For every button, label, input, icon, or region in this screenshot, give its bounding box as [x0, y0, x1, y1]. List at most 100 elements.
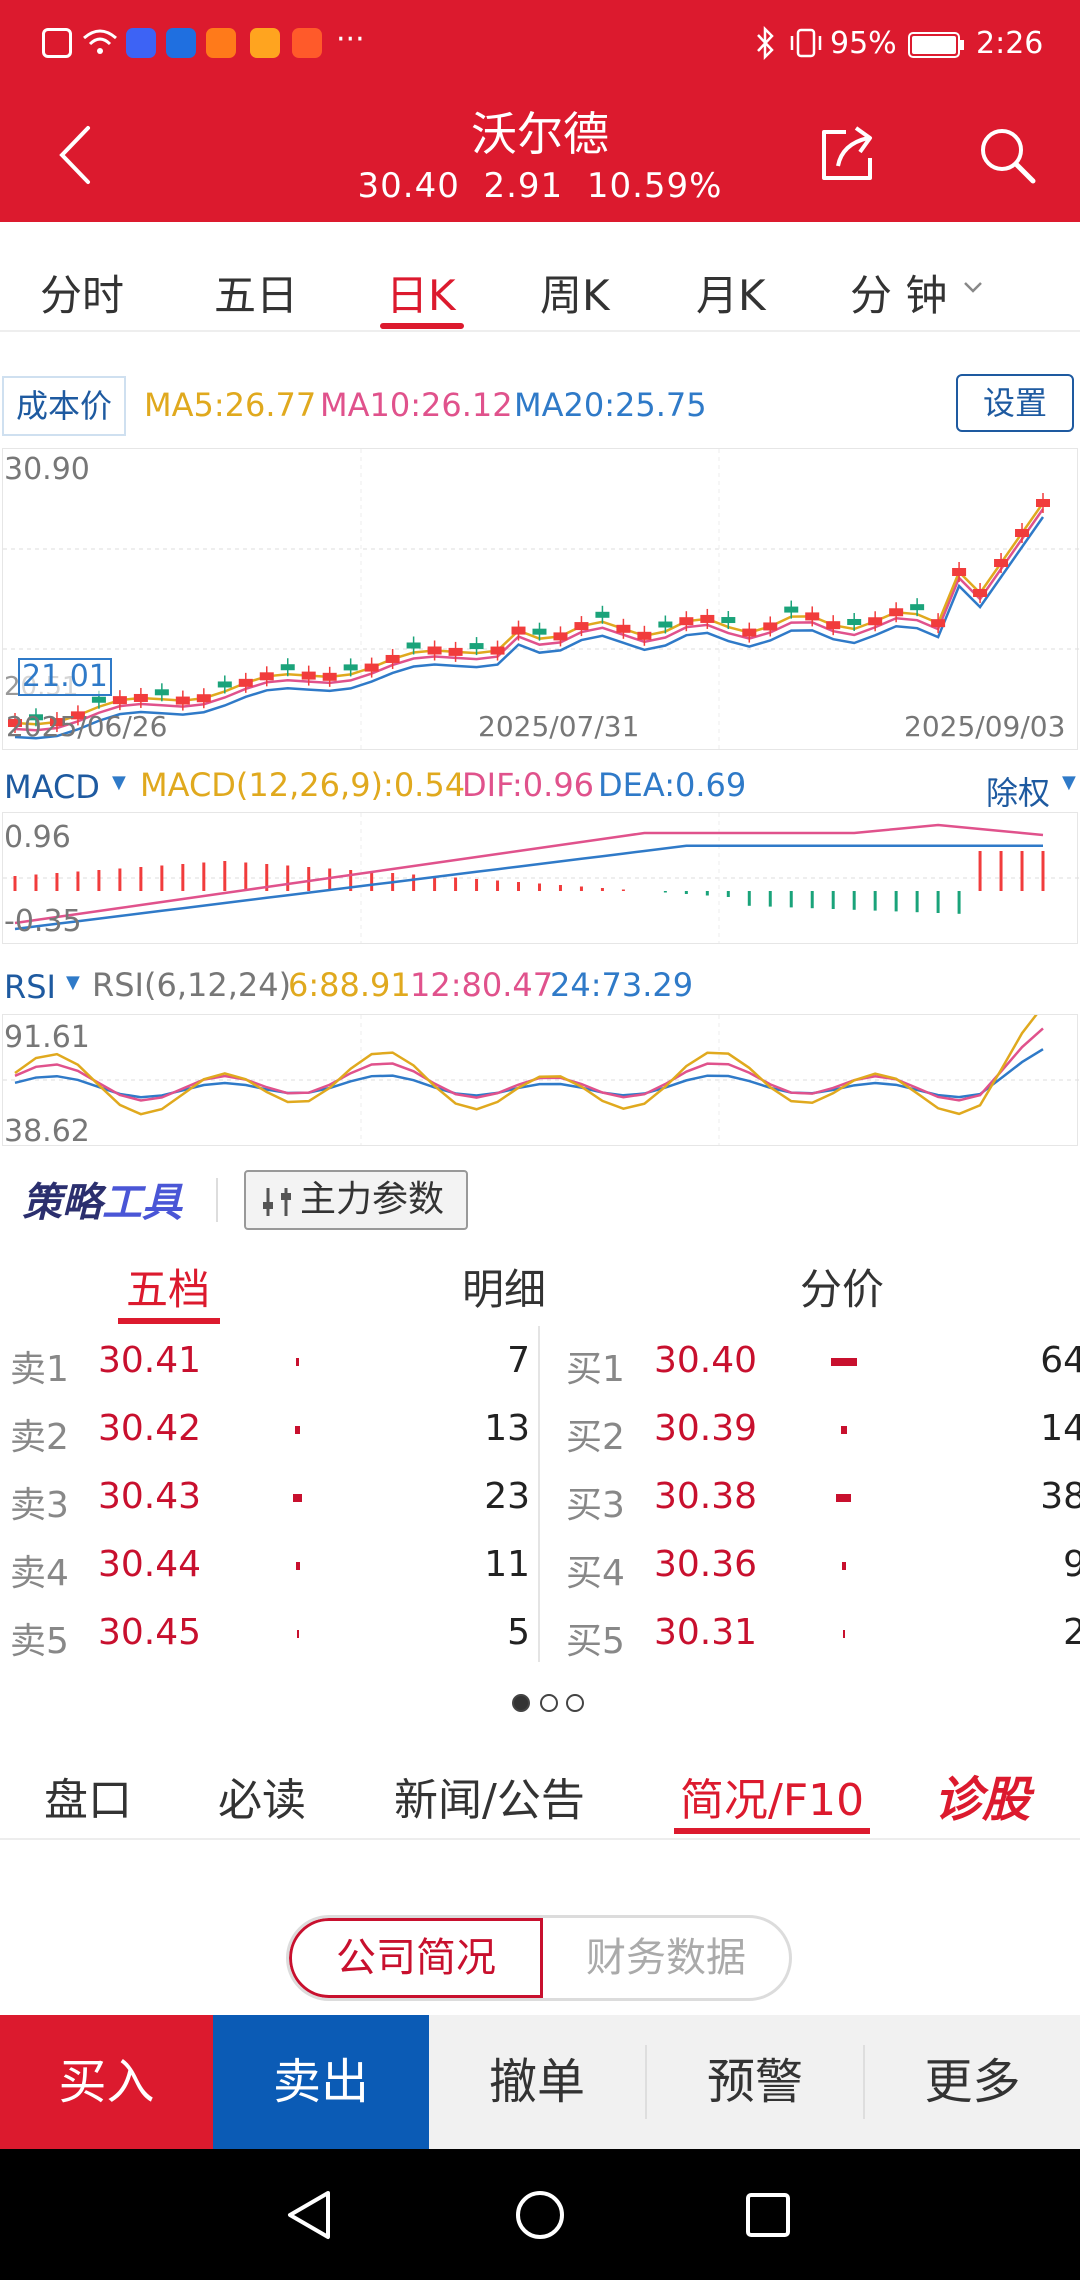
candle-body — [91, 696, 106, 703]
candle-body — [700, 614, 715, 623]
candle-body — [532, 628, 547, 635]
sell-order-row[interactable]: 卖4 30.44 11 — [0, 1534, 540, 1602]
cost-price-button[interactable]: 成本价 — [2, 376, 126, 436]
order-level-label: 卖5 — [10, 1621, 69, 1662]
macd-dropdown-icon[interactable]: ▼ — [112, 772, 126, 793]
segment-company-profile[interactable]: 公司简况 — [289, 1918, 543, 1998]
kline-y-high: 30.90 — [4, 452, 90, 487]
candle-body — [847, 618, 862, 625]
video-app-icon — [206, 28, 236, 58]
order-volume: 13 — [484, 1408, 530, 1449]
macd-selector[interactable]: MACD — [4, 768, 100, 806]
candle-body — [742, 628, 757, 637]
candle-body — [973, 589, 988, 597]
divider — [0, 1838, 1080, 1840]
diagnose-stock-button[interactable]: 诊股 — [934, 1760, 1030, 1830]
tab-must-read[interactable]: 必读 — [218, 1764, 306, 1828]
order-volume: 64 — [1040, 1340, 1080, 1381]
candle-body — [1015, 529, 1030, 537]
candle-body — [721, 617, 736, 624]
tab-minute[interactable]: 分 钟 — [850, 262, 947, 323]
nav-home-icon[interactable] — [514, 2189, 566, 2241]
kline-chart[interactable] — [2, 448, 1079, 750]
sliders-icon — [263, 1188, 291, 1216]
nav-back-icon[interactable] — [284, 2189, 336, 2241]
buy-order-row[interactable]: 买5 30.31 2 — [556, 1602, 1080, 1670]
tab-intraday[interactable]: 分时 — [40, 262, 124, 323]
tab-five-day[interactable]: 五日 — [214, 262, 298, 323]
macd-y-high: 0.96 — [4, 820, 71, 855]
candle-body — [574, 622, 589, 631]
adjust-dropdown-icon[interactable]: ▼ — [1062, 772, 1076, 793]
order-volume-bar — [296, 1562, 300, 1570]
search-icon[interactable] — [976, 124, 1038, 186]
order-volume-bar — [297, 1630, 299, 1638]
company-segment-control: 公司简况 财务数据 — [286, 1915, 792, 2001]
sell-order-row[interactable]: 卖2 30.42 13 — [0, 1398, 540, 1466]
strategy-tools-logo[interactable]: 策略工具 — [22, 1170, 182, 1228]
tab-f10[interactable]: 简况/F10 — [680, 1764, 864, 1828]
active-tab-underline — [380, 323, 464, 329]
segment-financial-data[interactable]: 财务数据 — [543, 1918, 789, 1998]
buy-order-row[interactable]: 买4 30.36 9 — [556, 1534, 1080, 1602]
tab-weekly-k[interactable]: 周K — [540, 262, 610, 323]
tab-monthly-k[interactable]: 月K — [696, 262, 766, 323]
tab-daily-k[interactable]: 日K — [386, 262, 456, 323]
sell-order-row[interactable]: 卖1 30.41 7 — [0, 1330, 540, 1398]
order-price: 30.42 — [98, 1408, 202, 1449]
sell-button[interactable]: 卖出 — [213, 2015, 429, 2149]
page-indicator-dot-active — [512, 1694, 530, 1712]
settings-button[interactable]: 设置 — [956, 374, 1074, 432]
buy-button[interactable]: 买入 — [0, 2015, 213, 2149]
order-volume-bar — [836, 1494, 851, 1502]
rsi-chart[interactable] — [2, 1014, 1079, 1146]
kline-y-low: 21.01 — [18, 658, 112, 696]
buy-order-row[interactable]: 买1 30.40 64 — [556, 1330, 1080, 1398]
buy-order-row[interactable]: 买3 30.38 38 — [556, 1466, 1080, 1534]
candle-body — [952, 568, 967, 577]
order-book-tab-underline — [118, 1318, 220, 1324]
adjust-selector[interactable]: 除权 — [986, 768, 1050, 814]
shop-app-icon — [250, 28, 280, 58]
macd-dif: DIF:0.96 — [462, 766, 595, 804]
sell-order-row[interactable]: 卖3 30.43 23 — [0, 1466, 540, 1534]
date-label-mid: 2025/07/31 — [478, 710, 640, 743]
chevron-down-icon[interactable] — [962, 280, 984, 294]
candle-body — [805, 612, 820, 621]
tab-news[interactable]: 新闻/公告 — [394, 1764, 585, 1828]
cancel-order-button[interactable]: 撤单 — [429, 2015, 645, 2149]
dif-line — [14, 823, 1044, 925]
candle-body — [448, 647, 463, 656]
sell-order-row[interactable]: 卖5 30.45 5 — [0, 1602, 540, 1670]
rsi-dropdown-icon[interactable]: ▼ — [66, 972, 80, 993]
order-price: 30.39 — [654, 1408, 758, 1449]
strategy-logo-text-b: 工具 — [102, 1180, 182, 1226]
page-indicator-dot — [540, 1694, 558, 1712]
macd-dea: DEA:0.69 — [598, 766, 747, 804]
battery-icon — [908, 32, 964, 58]
nav-recents-icon[interactable] — [744, 2191, 792, 2239]
tab-details[interactable]: 明细 — [462, 1256, 546, 1317]
main-force-params-button[interactable]: 主力参数 — [244, 1170, 468, 1230]
more-button[interactable]: 更多 — [865, 2015, 1080, 2149]
order-volume-bar — [841, 1426, 847, 1434]
macd-chart[interactable] — [2, 812, 1079, 944]
buy-order-row[interactable]: 买2 30.39 14 — [556, 1398, 1080, 1466]
share-icon[interactable] — [816, 122, 880, 186]
candle-body — [406, 642, 421, 649]
more-notifications-icon: ··· — [336, 22, 365, 57]
candle-body — [868, 617, 883, 626]
tab-price-distribution[interactable]: 分价 — [800, 1256, 884, 1317]
alert-button[interactable]: 预警 — [647, 2015, 863, 2149]
tab-overview[interactable]: 盘口 — [44, 1764, 132, 1828]
period-tabs: 分时 五日 日K 周K 月K 分 钟 — [0, 222, 1080, 332]
order-volume: 23 — [484, 1476, 530, 1517]
ma5-label: MA5:26.77 — [144, 386, 317, 424]
order-volume-bar — [831, 1358, 857, 1366]
rsi-selector[interactable]: RSI — [4, 968, 56, 1006]
order-price: 30.36 — [654, 1544, 758, 1585]
rsi6-value: 6:88.91 — [288, 966, 411, 1004]
rsi12-line — [14, 1027, 1044, 1102]
tab-level-five[interactable]: 五档 — [126, 1256, 210, 1317]
order-price: 30.45 — [98, 1612, 202, 1653]
